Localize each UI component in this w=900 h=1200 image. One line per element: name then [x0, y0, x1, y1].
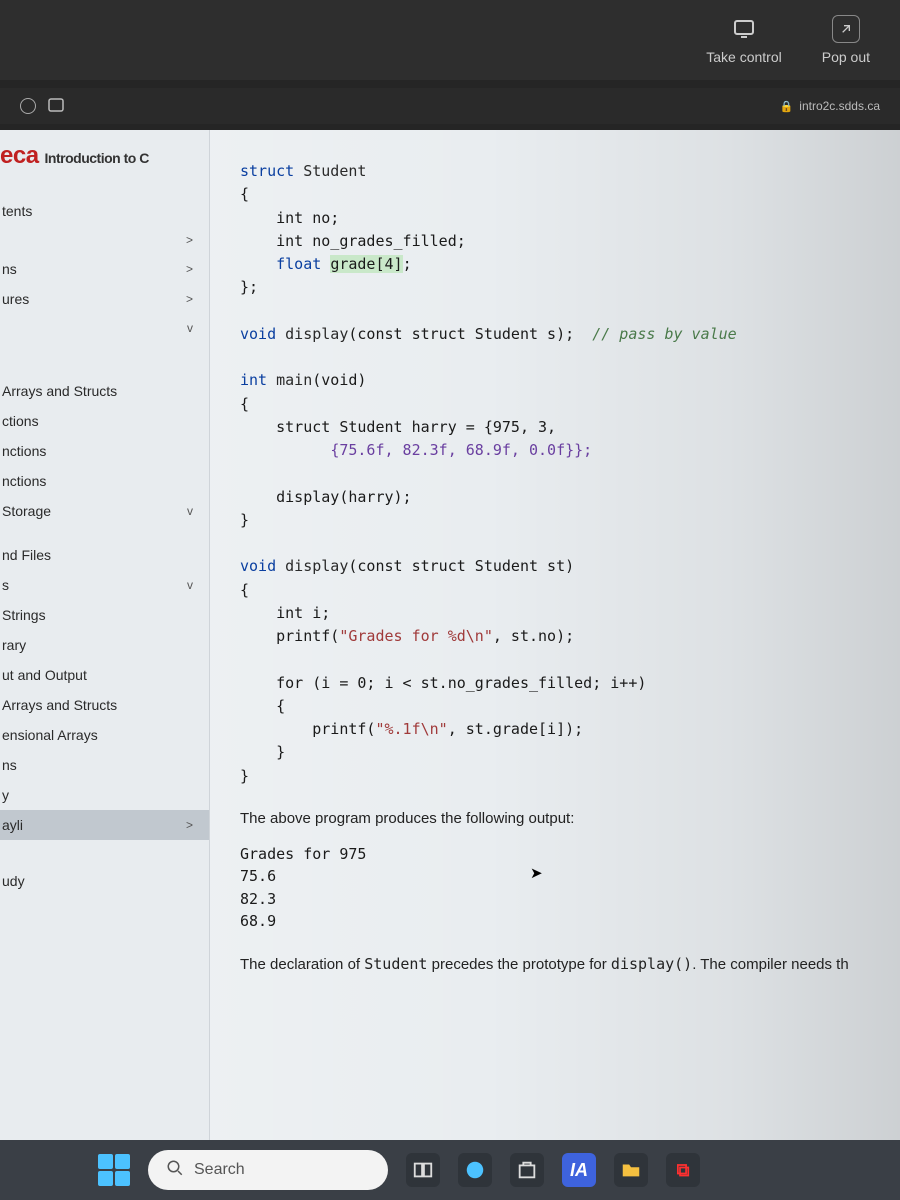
start-button[interactable] [98, 1154, 130, 1186]
lock-icon: 🔒 [780, 100, 794, 113]
take-control-label: Take control [706, 49, 781, 65]
sidebar-item[interactable]: nd Files [0, 540, 209, 570]
address-bar[interactable]: 🔒 intro2c.sdds.ca [780, 99, 880, 113]
store-icon[interactable] [510, 1153, 544, 1187]
take-control-button[interactable]: Take control [706, 15, 781, 65]
sidebar-item-storage[interactable]: Storagev [0, 496, 209, 526]
body-text: The above program produces the following… [240, 810, 880, 827]
chat-icon[interactable] [458, 1153, 492, 1187]
vm-toolbar: Take control Pop out [0, 0, 900, 80]
file-explorer-icon[interactable] [614, 1153, 648, 1187]
chevron-right-icon: > [186, 233, 203, 247]
sidebar-item[interactable]: ctions [0, 406, 209, 436]
chevron-down-icon: v [187, 321, 203, 335]
program-output: Grades for 975 75.6 82.3 68.9 [240, 843, 880, 933]
url-text: intro2c.sdds.ca [799, 99, 880, 113]
sidebar-item[interactable]: sv [0, 570, 209, 600]
sidebar-item[interactable]: rary [0, 630, 209, 660]
sidebar: eca Introduction to C tents > ns> ures> … [0, 130, 210, 1140]
search-placeholder: Search [194, 1161, 245, 1179]
sidebar-item[interactable]: ut and Output [0, 660, 209, 690]
sidebar-item-strings[interactable]: Strings [0, 600, 209, 630]
search-icon [166, 1159, 184, 1182]
shield-icon [20, 98, 36, 114]
take-control-icon [730, 15, 758, 43]
sidebar-item[interactable]: ns [0, 750, 209, 780]
sidebar-item[interactable]: nctions [0, 466, 209, 496]
sidebar-item[interactable]: ures> [0, 284, 209, 314]
sidebar-item[interactable]: y [0, 780, 209, 810]
body-text: The declaration of Student precedes the … [240, 955, 880, 973]
sidebar-item[interactable]: Arrays and Structs [0, 690, 209, 720]
task-view-icon[interactable] [406, 1153, 440, 1187]
brand-logo: eca [0, 142, 39, 170]
main-content: struct Student { int no; int no_grades_f… [210, 130, 900, 1140]
sidebar-item-arrays-structs[interactable]: Arrays and Structs [0, 376, 209, 406]
pop-out-button[interactable]: Pop out [822, 15, 870, 65]
chevron-right-icon: > [186, 262, 203, 276]
page: eca Introduction to C tents > ns> ures> … [0, 130, 900, 1140]
pop-out-label: Pop out [822, 49, 870, 65]
sidebar-item[interactable]: > [0, 226, 209, 254]
sidebar-item-highlighted[interactable]: ayli> [0, 810, 209, 840]
sidebar-item[interactable]: v [0, 314, 209, 342]
chevron-right-icon: > [186, 818, 203, 832]
sidebar-item[interactable]: udy [0, 866, 209, 896]
brand: eca Introduction to C [0, 138, 209, 172]
brand-subtitle: Introduction to C [45, 150, 149, 166]
app-icon[interactable]: IA [562, 1153, 596, 1187]
sidebar-item[interactable]: ensional Arrays [0, 720, 209, 750]
app-icon-red[interactable]: ⧉ [666, 1153, 700, 1187]
code-block: struct Student { int no; int no_grades_f… [240, 160, 880, 788]
chevron-down-icon: v [187, 504, 203, 518]
chevron-down-icon: v [187, 578, 203, 592]
pop-out-icon [832, 15, 860, 43]
sidebar-item[interactable]: nctions [0, 436, 209, 466]
sidebar-item[interactable]: tents [0, 196, 209, 226]
chevron-right-icon: > [186, 292, 203, 306]
tab-icon [48, 98, 64, 115]
sidebar-item[interactable]: ns> [0, 254, 209, 284]
taskbar-search[interactable]: Search [148, 1150, 388, 1190]
browser-chrome: 🔒 intro2c.sdds.ca [0, 88, 900, 124]
taskbar: Search IA ⧉ [0, 1140, 900, 1200]
